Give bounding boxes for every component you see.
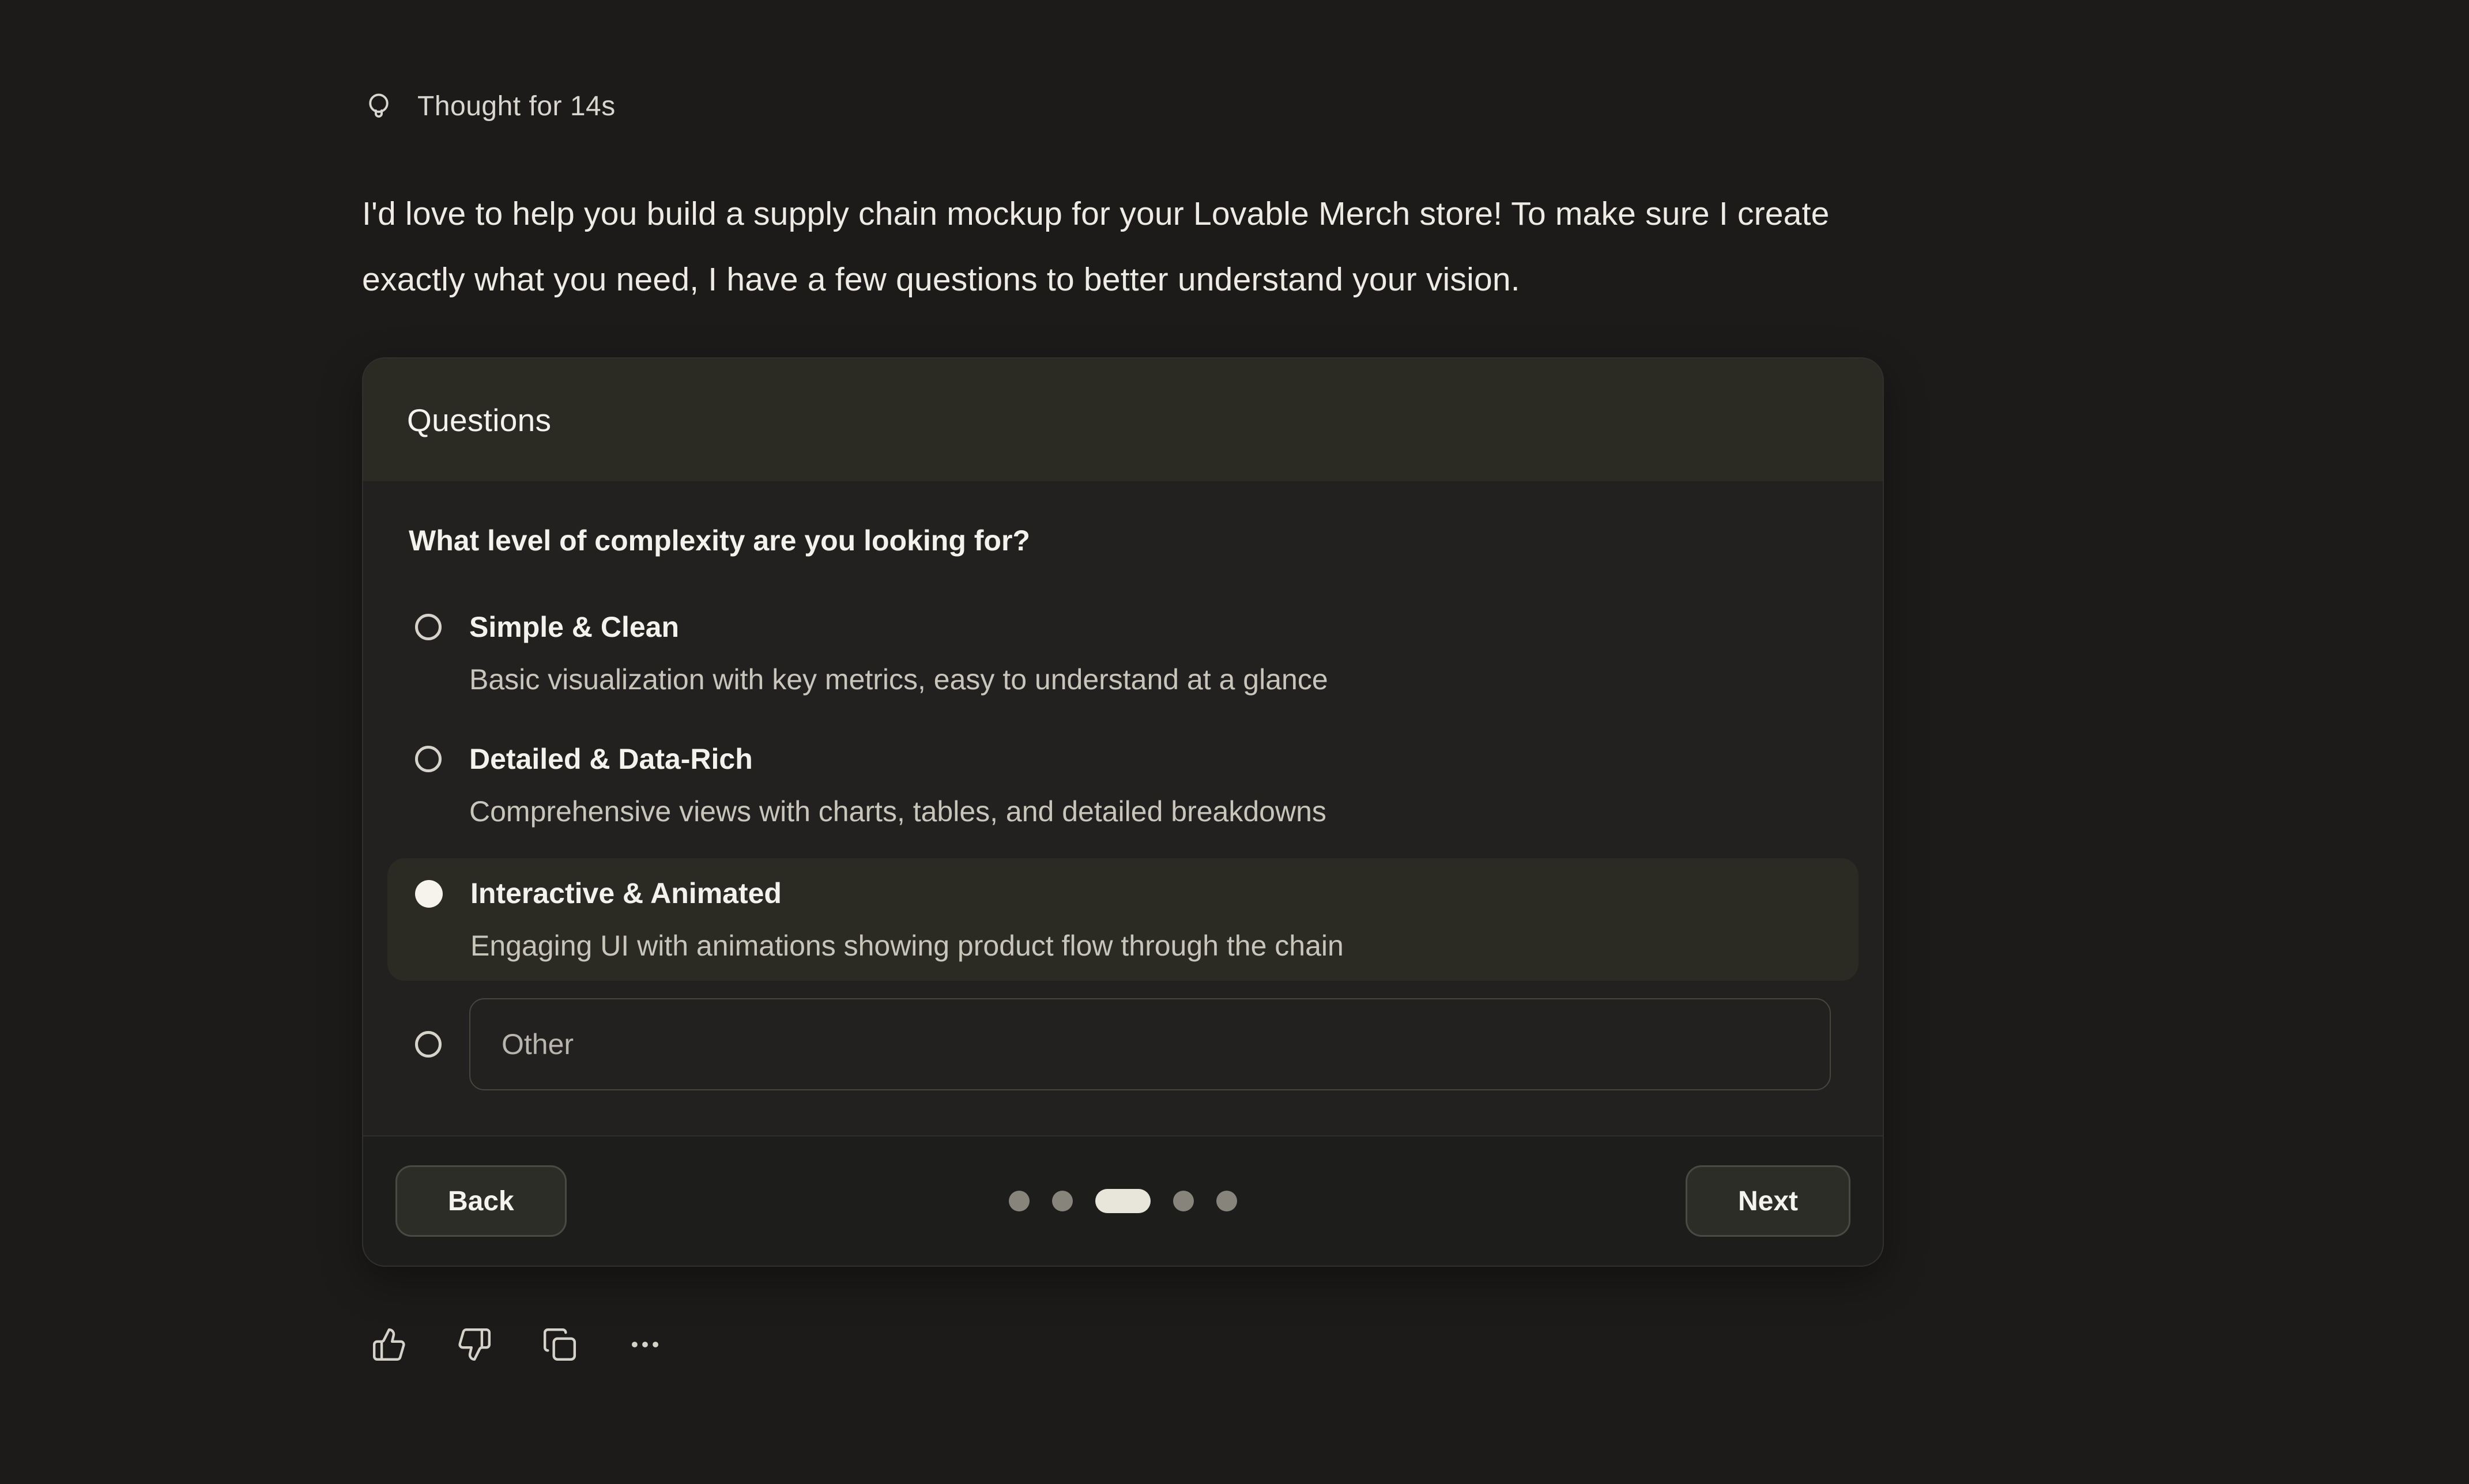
copy-icon <box>542 1327 578 1362</box>
option-description: Basic visualization with key metrics, ea… <box>469 662 1328 697</box>
chat-page: Thought for 14s I'd love to help you bui… <box>0 0 2469 1484</box>
radio-unselected-icon[interactable] <box>415 746 442 772</box>
pagination-dot <box>1216 1191 1237 1211</box>
other-option-input[interactable] <box>469 998 1831 1090</box>
option-text: Simple & Clean Basic visualization with … <box>469 609 1328 697</box>
option-text: Interactive & Animated Engaging UI with … <box>470 875 1344 964</box>
back-button[interactable]: Back <box>395 1165 567 1237</box>
card-title: Questions <box>407 402 551 439</box>
option-simple-clean[interactable]: Simple & Clean Basic visualization with … <box>387 594 1859 712</box>
option-title: Interactive & Animated <box>470 875 1344 911</box>
message-actions-toolbar <box>371 1327 2322 1362</box>
lightbulb-icon <box>362 90 395 123</box>
message-line: exactly what you need, I have a few ques… <box>362 247 2241 312</box>
thumbs-down-icon <box>457 1327 492 1362</box>
option-description: Engaging UI with animations showing prod… <box>470 928 1344 964</box>
assistant-response: Thought for 14s I'd love to help you bui… <box>362 86 2322 1362</box>
radio-selected-icon[interactable] <box>415 880 443 908</box>
option-description: Comprehensive views with charts, tables,… <box>469 794 1326 829</box>
pagination-dot <box>1009 1191 1030 1211</box>
thumbs-up-icon <box>371 1327 407 1362</box>
more-options-button[interactable] <box>627 1327 663 1362</box>
copy-button[interactable] <box>542 1327 578 1362</box>
questions-card: Questions What level of complexity are y… <box>362 357 1884 1267</box>
questions-card-body: What level of complexity are you looking… <box>363 481 1883 1135</box>
pagination-dot <box>1173 1191 1194 1211</box>
option-detailed-data-rich[interactable]: Detailed & Data-Rich Comprehensive views… <box>387 726 1859 844</box>
options-radio-group: Simple & Clean Basic visualization with … <box>387 594 1859 1090</box>
questions-card-footer: Back Next <box>363 1135 1883 1266</box>
option-other[interactable] <box>387 998 1859 1090</box>
thinking-duration-label: Thought for 14s <box>417 86 616 127</box>
option-interactive-animated[interactable]: Interactive & Animated Engaging UI with … <box>387 858 1859 981</box>
radio-unselected-icon[interactable] <box>415 1031 442 1058</box>
radio-unselected-icon[interactable] <box>415 614 442 640</box>
option-title: Detailed & Data-Rich <box>469 741 1326 777</box>
message-line: I'd love to help you build a supply chai… <box>362 181 2241 247</box>
questions-card-header: Questions <box>363 358 1883 481</box>
thinking-summary-toggle[interactable]: Thought for 14s <box>362 86 616 127</box>
thumbs-down-button[interactable] <box>457 1327 492 1362</box>
assistant-message-text: I'd love to help you build a supply chai… <box>362 181 2241 312</box>
option-text: Detailed & Data-Rich Comprehensive views… <box>469 741 1326 829</box>
ellipsis-icon <box>627 1327 663 1362</box>
thumbs-up-button[interactable] <box>371 1327 407 1362</box>
pagination-dot-active <box>1095 1189 1151 1213</box>
pagination-dot <box>1052 1191 1073 1211</box>
option-title: Simple & Clean <box>469 609 1328 645</box>
pagination-dots <box>1009 1189 1237 1213</box>
question-text: What level of complexity are you looking… <box>409 523 1859 558</box>
next-button[interactable]: Next <box>1686 1165 1850 1237</box>
